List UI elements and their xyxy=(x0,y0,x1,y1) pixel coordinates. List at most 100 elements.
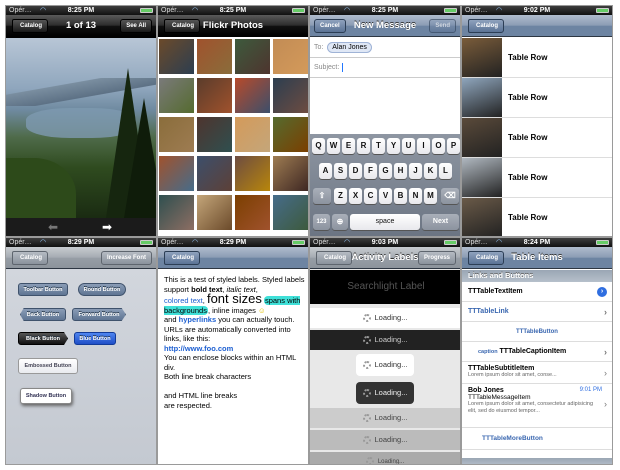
forward-button[interactable]: Forward Button xyxy=(72,308,126,321)
photo-thumbnail[interactable] xyxy=(158,116,195,153)
key-v[interactable]: V xyxy=(379,188,392,204)
key-f[interactable]: F xyxy=(364,163,377,179)
hyperlink[interactable]: hyperlinks xyxy=(179,315,217,324)
key-o[interactable]: O xyxy=(432,138,445,154)
key-g[interactable]: G xyxy=(379,163,392,179)
key-s[interactable]: S xyxy=(334,163,347,179)
key-i[interactable]: I xyxy=(417,138,430,154)
catalog-back-button[interactable]: Catalog xyxy=(12,251,49,265)
key-n[interactable]: N xyxy=(409,188,422,204)
disclosure-button-icon[interactable]: › xyxy=(597,287,607,297)
key-p[interactable]: P xyxy=(447,138,460,154)
key-u[interactable]: U xyxy=(402,138,415,154)
photo-thumbnail[interactable] xyxy=(234,155,271,192)
new-message-screen: Opér… ◠ 8:25 PM Cancel New Message Send To… xyxy=(309,5,461,237)
key-a[interactable]: A xyxy=(319,163,332,179)
key-h[interactable]: H xyxy=(394,163,407,179)
table-row[interactable]: Table Row xyxy=(462,198,612,236)
key-c[interactable]: C xyxy=(364,188,377,204)
spinner-icon xyxy=(362,314,371,323)
table-row[interactable]: TTTableMoreButton xyxy=(462,428,612,450)
black-button[interactable]: Black Button xyxy=(18,332,68,345)
send-button[interactable]: Send xyxy=(429,19,456,33)
photo-thumbnail[interactable] xyxy=(272,194,308,231)
photo-thumbnail[interactable] xyxy=(196,77,233,114)
table-row[interactable]: TTTableSubtitleItem Lorem ipsum dolor sit… xyxy=(462,362,612,384)
key-l[interactable]: L xyxy=(439,163,452,179)
photo-thumbnail[interactable] xyxy=(234,77,271,114)
increase-font-button[interactable]: Increase Font xyxy=(100,251,152,265)
key-d[interactable]: D xyxy=(349,163,362,179)
key-z[interactable]: Z xyxy=(334,188,347,204)
key-r[interactable]: R xyxy=(357,138,370,154)
key-y[interactable]: Y xyxy=(387,138,400,154)
chevron-right-icon: › xyxy=(604,307,607,317)
toolbar-button[interactable]: Toolbar Button xyxy=(18,283,68,296)
photo-thumbnail[interactable] xyxy=(234,38,271,75)
table-row[interactable]: TTTableButton xyxy=(462,322,612,342)
colored-text: colored text xyxy=(164,296,203,305)
round-button[interactable]: Round Button xyxy=(78,283,126,296)
subject-field[interactable]: Subject: xyxy=(310,58,460,78)
shadow-button[interactable]: Shadow Button xyxy=(20,388,72,404)
loading-label: Loading... xyxy=(356,354,414,376)
key-x[interactable]: X xyxy=(349,188,362,204)
url-link[interactable]: http://www.foo.com xyxy=(164,344,233,353)
blue-button[interactable]: Blue Button xyxy=(74,332,116,345)
photo-thumbnail[interactable] xyxy=(158,194,195,231)
buttons-screen: Opér… ◠ 8:29 PM Catalog Increase Font Tool… xyxy=(5,237,157,465)
photo-thumbnail[interactable] xyxy=(272,155,308,192)
photo-thumbnail[interactable] xyxy=(158,38,195,75)
next-key[interactable]: Next xyxy=(422,214,459,230)
photo-thumbnail[interactable] xyxy=(272,116,308,153)
space-key[interactable]: space xyxy=(350,214,420,230)
catalog-back-button[interactable]: Catalog xyxy=(468,19,505,33)
delete-key[interactable]: ⌫ xyxy=(441,188,459,204)
table-row[interactable]: Table Row xyxy=(462,158,612,198)
image-table-screen: Opér… ◠ 9:02 PM Catalog Table Row Table Row… xyxy=(461,5,613,237)
table-row[interactable]: Bob Jones 9:01 PM TTTableMessageItem Lor… xyxy=(462,384,612,428)
shift-key[interactable]: ⇧ xyxy=(313,188,331,204)
key-q[interactable]: Q xyxy=(312,138,325,154)
numbers-key[interactable]: 123 xyxy=(313,214,330,230)
nav-bar: Catalog 1 of 13 See All xyxy=(6,15,156,37)
previous-arrow-icon[interactable]: ⬅ xyxy=(48,220,58,234)
photo-thumbnail[interactable] xyxy=(158,155,195,192)
recipient-chip[interactable]: Alan Jones xyxy=(327,42,372,53)
photo-thumbnail[interactable] xyxy=(272,77,308,114)
row-image xyxy=(462,78,502,117)
photo-thumbnail[interactable] xyxy=(196,194,233,231)
embossed-button[interactable]: Embossed Button xyxy=(18,358,78,374)
photo-thumbnail[interactable] xyxy=(272,38,308,75)
table-row[interactable]: TTTableTextItem › xyxy=(462,282,612,302)
battery-icon xyxy=(444,8,457,13)
key-e[interactable]: E xyxy=(342,138,355,154)
key-m[interactable]: M xyxy=(424,188,437,204)
photo-thumbnail[interactable] xyxy=(234,116,271,153)
table-row[interactable]: TTTableLink › xyxy=(462,302,612,322)
photo-thumbnail[interactable] xyxy=(234,194,271,231)
photo-thumbnail[interactable] xyxy=(196,155,233,192)
table-row[interactable]: Table Row xyxy=(462,78,612,118)
photo[interactable] xyxy=(6,38,156,218)
to-field[interactable]: To: Alan Jones xyxy=(310,38,460,58)
row-label: Table Row xyxy=(508,173,548,182)
photo-thumbnail[interactable] xyxy=(158,77,195,114)
photo-thumbnail[interactable] xyxy=(196,38,233,75)
see-all-button[interactable]: See All xyxy=(120,19,152,33)
photo-thumbnail[interactable] xyxy=(196,116,233,153)
progress-button[interactable]: Progress xyxy=(417,251,456,265)
table-row[interactable]: Table Row xyxy=(462,118,612,158)
catalog-back-button[interactable]: Catalog xyxy=(164,251,201,265)
table-row[interactable]: Table Row xyxy=(462,38,612,78)
key-k[interactable]: K xyxy=(424,163,437,179)
chevron-right-icon: › xyxy=(604,399,607,409)
key-w[interactable]: W xyxy=(327,138,340,154)
key-t[interactable]: T xyxy=(372,138,385,154)
table-row[interactable]: caption TTTableCaptionItem › xyxy=(462,342,612,362)
back-button[interactable]: Back Button xyxy=(20,308,66,321)
key-j[interactable]: J xyxy=(409,163,422,179)
key-b[interactable]: B xyxy=(394,188,407,204)
next-arrow-icon[interactable]: ➡ xyxy=(102,220,112,234)
globe-icon[interactable]: ⊕ xyxy=(332,214,348,230)
